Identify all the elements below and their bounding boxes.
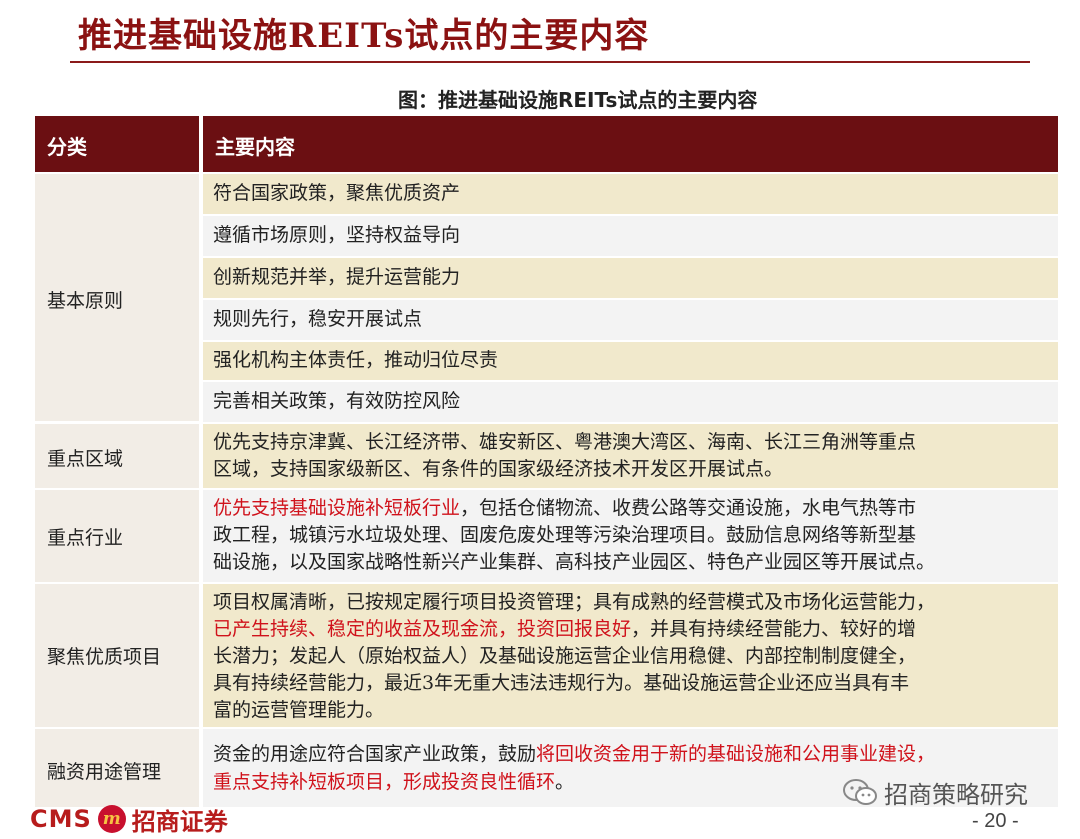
highlight-text: 已产生持续、稳定的收益及现金流，投资回报良好 — [213, 618, 632, 640]
logo-mark-icon: m — [97, 805, 126, 833]
title-divider — [70, 61, 1030, 63]
principle-row: 强化机构主体责任，推动归位尽责 — [203, 342, 1058, 380]
header-category: 分类 — [35, 116, 199, 172]
area-content: 优先支持京津冀、长江经济带、雄安新区、粤港澳大湾区、海南、长江三角洲等重点 区域… — [203, 424, 1058, 488]
highlight-text: 优先支持基础设施补短板行业 — [213, 497, 461, 519]
category-usage: 融资用途管理 — [35, 729, 199, 807]
principle-row: 规则先行，稳安开展试点 — [203, 300, 1058, 340]
highlight-text: 将回收资金用于新的基础设施和公用事业建设， — [536, 743, 936, 765]
category-area: 重点区域 — [35, 424, 199, 488]
page-title: 推进基础设施REITs试点的主要内容 — [78, 16, 650, 56]
cms-logo: CMS m 招商证券 — [30, 805, 228, 836]
principle-row: 创新规范并举，提升运营能力 — [203, 258, 1058, 298]
highlight-text: 重点支持补短板项目，形成投资良性循环 — [213, 771, 556, 793]
content-table: 分类 主要内容 基本原则 符合国家政策，聚焦优质资产 遵循市场原则，坚持权益导向… — [35, 116, 1058, 807]
figure-caption: 图：推进基础设施REITs试点的主要内容 — [398, 88, 758, 112]
category-project: 聚焦优质项目 — [35, 584, 199, 727]
wechat-watermark: 招商策略研究 — [842, 775, 1028, 810]
category-principles: 基本原则 — [35, 174, 199, 421]
wechat-icon — [843, 778, 877, 805]
project-content: 项目权属清晰，已按规定履行项目投资管理；具有成熟的经营模式及市场化运营能力， 已… — [203, 584, 1058, 727]
header-content: 主要内容 — [203, 116, 1058, 172]
principle-row: 完善相关政策，有效防控风险 — [203, 382, 1058, 422]
principle-row: 遵循市场原则，坚持权益导向 — [203, 216, 1058, 256]
page-number: - 20 - — [972, 810, 1019, 832]
category-industry: 重点行业 — [35, 490, 199, 582]
industry-content: 优先支持基础设施补短板行业，包括仓储物流、收费公路等交通设施，水电气热等市 政工… — [203, 490, 1058, 582]
principle-row: 符合国家政策，聚焦优质资产 — [203, 174, 1058, 214]
